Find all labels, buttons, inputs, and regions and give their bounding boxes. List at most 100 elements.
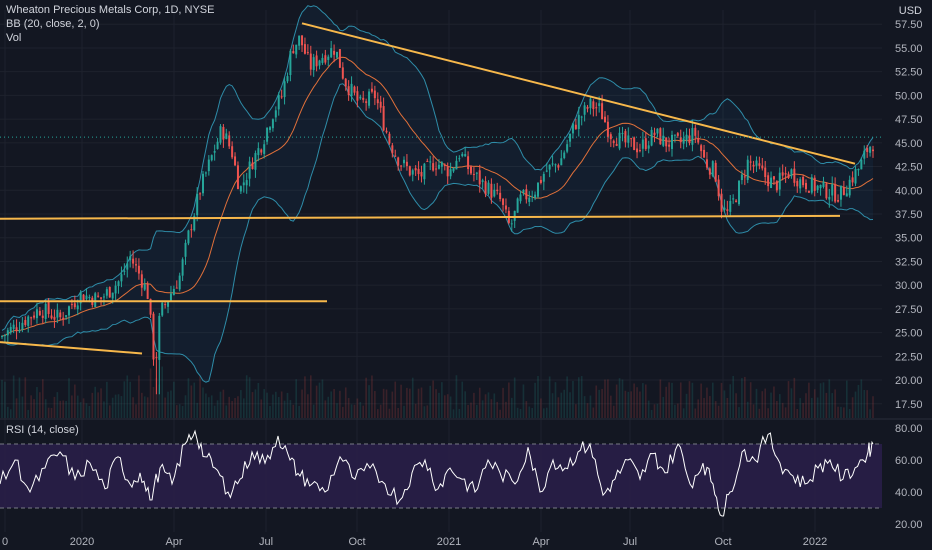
candle-body <box>455 160 458 170</box>
candle-body <box>330 48 333 58</box>
volume-bar <box>831 393 834 418</box>
volume-bar <box>464 391 466 418</box>
bb-legend[interactable]: BB (20, close, 2, 0) <box>6 18 100 30</box>
volume-bar <box>557 397 560 418</box>
volume-bar <box>808 382 810 418</box>
candle-body <box>309 53 312 70</box>
candle-body <box>738 180 740 205</box>
candle-body <box>169 293 172 301</box>
volume-bar <box>589 395 592 418</box>
rsi-legend[interactable]: RSI (14, close) <box>6 424 79 436</box>
candle-body <box>108 287 111 298</box>
volume-bar <box>615 384 618 418</box>
candle-body <box>638 150 641 152</box>
volume-bar <box>784 407 787 418</box>
candle-body <box>100 297 103 299</box>
candle-body <box>414 168 417 171</box>
candle-body <box>531 196 534 198</box>
price-tick-label: 20.00 <box>895 375 923 387</box>
candle-body <box>76 305 79 310</box>
volume-bar <box>292 404 295 418</box>
volume-bar <box>205 393 207 418</box>
volume-bar <box>225 405 228 418</box>
volume-bar <box>359 402 362 418</box>
candle-body <box>869 146 872 153</box>
candle-body <box>851 177 854 183</box>
symbol-legend[interactable]: Wheaton Precious Metals Corp, 1D, NYSE <box>6 4 214 16</box>
candle-body <box>653 132 656 136</box>
volume-bar <box>362 405 365 418</box>
currency-label[interactable]: USD <box>899 5 922 17</box>
candle-body <box>772 176 775 180</box>
volume-bar <box>537 375 539 418</box>
candle-body <box>164 304 167 306</box>
volume-bar <box>187 378 190 418</box>
candle-body <box>723 207 726 210</box>
candle-body <box>400 165 403 167</box>
volume-bar <box>752 404 755 418</box>
volume-bar <box>173 381 175 418</box>
volume-bar <box>714 401 717 418</box>
volume-bar <box>519 408 522 418</box>
candle-body <box>863 150 866 159</box>
candle-body <box>152 313 155 360</box>
volume-bar <box>543 408 545 418</box>
volume-bar <box>700 383 702 418</box>
volume-bar <box>711 382 714 418</box>
candle-body <box>114 285 117 294</box>
candle-body <box>478 170 481 185</box>
candle-body <box>283 81 286 98</box>
volume-bar <box>379 404 382 418</box>
chart-canvas[interactable]: 57.50 55.00 52.50 50.00 47.50 45.00 42.50 40.00… <box>0 0 932 550</box>
volume-bar <box>828 379 831 418</box>
candle-body <box>705 159 708 168</box>
volume-bar <box>580 376 583 418</box>
candle-body <box>97 295 100 297</box>
volume-bar <box>234 397 236 418</box>
volume-bar <box>414 403 417 418</box>
time-tick-label: Apr <box>165 536 182 548</box>
volume-bar <box>813 389 816 418</box>
candle-body <box>443 165 446 167</box>
volume-bar <box>659 379 662 418</box>
volume-bar <box>210 395 213 418</box>
volume-bar <box>417 388 420 418</box>
candle-body <box>327 56 330 60</box>
candle-body <box>860 159 863 170</box>
candle-body <box>85 295 88 300</box>
candle-body <box>682 138 685 144</box>
volume-bar <box>184 395 187 418</box>
candle-body <box>749 161 752 163</box>
volume-bar <box>630 391 633 418</box>
candle-body <box>242 182 245 186</box>
volume-bar <box>694 408 697 418</box>
volume-bar <box>50 407 53 418</box>
candle-body <box>274 110 277 118</box>
candle-body <box>606 121 609 137</box>
volume-bar <box>103 401 105 418</box>
candle-body <box>376 99 379 104</box>
volume-bar <box>668 382 670 418</box>
candle-body <box>799 179 802 189</box>
volume-bar <box>624 390 627 418</box>
candle-body <box>321 57 324 63</box>
volume-bar <box>773 386 775 418</box>
candle-body <box>373 90 376 99</box>
volume-bar <box>837 406 839 418</box>
candle-body <box>589 98 592 109</box>
volume-bar <box>321 379 324 418</box>
volume-bar <box>575 404 577 418</box>
candle-body <box>679 137 682 143</box>
candle-body <box>711 161 714 176</box>
candle-body <box>735 200 738 203</box>
candle-body <box>810 177 813 193</box>
volume-legend[interactable]: Vol <box>6 32 21 44</box>
candle-body <box>324 55 327 63</box>
volume-bar <box>371 375 373 418</box>
volume-bar <box>560 392 563 418</box>
volume-bar <box>493 393 496 418</box>
candle-body <box>647 145 650 149</box>
volume-bar <box>333 389 335 418</box>
candle-body <box>580 116 583 118</box>
volume-bar <box>513 377 516 418</box>
